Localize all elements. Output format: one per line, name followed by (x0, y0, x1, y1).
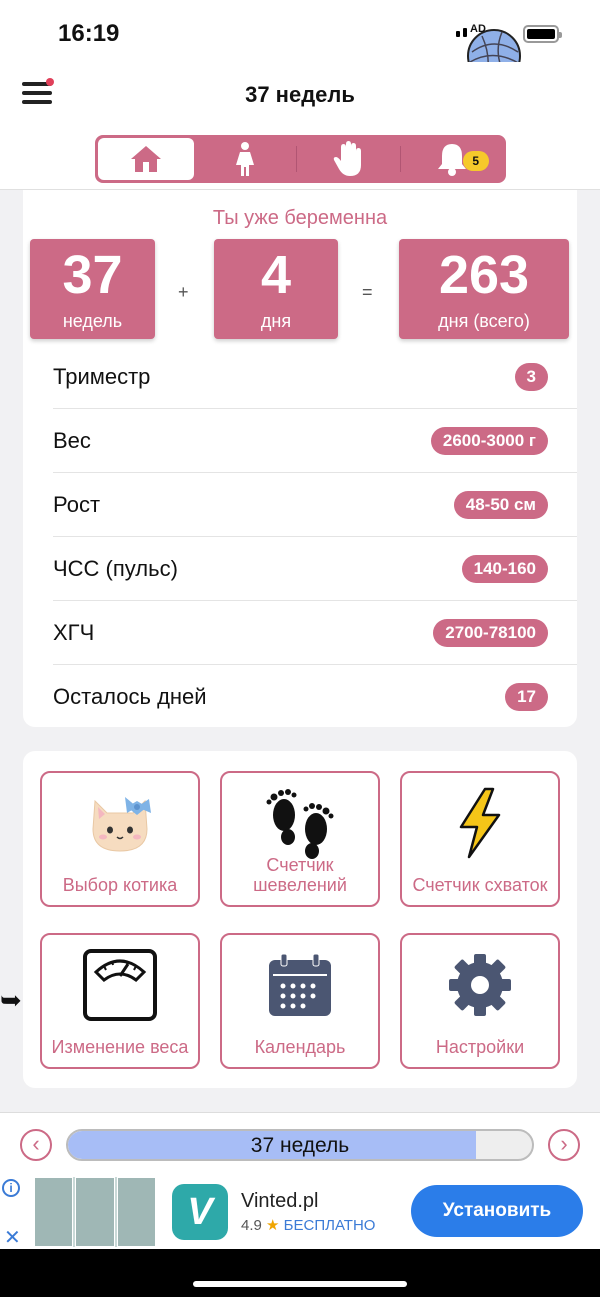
hand-icon (334, 141, 362, 176)
equals-sign: = (362, 282, 373, 302)
weeks-unit: недель (62, 311, 123, 331)
stat-row-days-left: Осталось дней 17 (53, 665, 577, 729)
star-icon: ★ (266, 1217, 280, 1234)
plus-sign: + (178, 282, 189, 302)
ad-rating: 4.9 (241, 1217, 262, 1234)
status-time: 16:19 (58, 20, 120, 47)
choose-cat-button[interactable]: Выбор котика (40, 771, 200, 907)
notification-count-badge: 5 (462, 151, 489, 171)
ad-install-button[interactable]: Установить (411, 1185, 583, 1237)
stat-label: Рост (53, 491, 101, 517)
days-unit: дня (260, 311, 292, 331)
stat-row-weight: Вес 2600-3000 г (53, 409, 577, 473)
ad-banner[interactable]: i ✕ V Vinted.pl 4.9 ★ БЕСПЛАТНО Установи… (0, 1175, 600, 1249)
lightning-icon (459, 787, 501, 859)
contraction-counter-label: Счетчик схваток (412, 875, 548, 895)
calendar-button[interactable]: Календарь (220, 933, 380, 1069)
stat-row-hcg: ХГЧ 2700-78100 (53, 601, 577, 665)
scale-icon (83, 949, 157, 1021)
home-icon (131, 146, 161, 172)
home-indicator-area (0, 1249, 600, 1297)
week-navigation: ‹ 37 недель › (0, 1112, 600, 1175)
stat-value-badge: 3 (514, 362, 548, 391)
kick-counter-button[interactable]: Счетчик шевелений (220, 771, 380, 907)
partial-edge-icon: ➥ (0, 985, 22, 1015)
battery-icon (523, 25, 562, 43)
ad-close-icon[interactable]: ✕ (4, 1225, 21, 1250)
stat-label: ЧСС (пульс) (53, 555, 178, 581)
weight-change-label: Изменение веса (51, 1037, 189, 1057)
stat-label: Вес (53, 427, 91, 453)
days-box: 4 дня (214, 239, 338, 339)
home-indicator[interactable] (193, 1281, 407, 1287)
next-week-button[interactable]: › (548, 1129, 580, 1161)
tab-notifications[interactable]: 5 (401, 138, 503, 180)
woman-icon (236, 142, 255, 176)
ad-screenshots (34, 1177, 156, 1247)
weeks-box: 37 недель (30, 239, 155, 339)
previous-week-button[interactable]: ‹ (20, 1129, 52, 1161)
kick-counter-label: Счетчик шевелений (253, 855, 347, 895)
tab-bar: 5 (95, 135, 506, 183)
ad-app-name: Vinted.pl (241, 1190, 319, 1212)
stat-value-badge: 48-50 см (453, 490, 548, 519)
tab-home[interactable] (98, 138, 194, 180)
stat-row-height: Рост 48-50 см (53, 473, 577, 537)
stat-label: Осталось дней (53, 684, 207, 709)
footprints-icon (266, 789, 334, 859)
stat-value-badge: 140-160 (461, 554, 548, 583)
stat-value-badge: 17 (505, 683, 548, 711)
ad-info-icon[interactable]: i (2, 1179, 20, 1197)
app-header: 37 недель 5 (0, 62, 600, 190)
total-days-unit: дня (всего) (438, 311, 530, 331)
stat-label: ХГЧ (53, 619, 95, 645)
week-progress-label: 37 недель (250, 1134, 350, 1157)
gear-icon (449, 954, 511, 1016)
total-days-value: 263 (438, 245, 530, 305)
ad-app-logo: V (172, 1184, 228, 1240)
status-bar: 16:19 AD (0, 0, 600, 83)
stat-value-badge: 2600-3000 г (430, 426, 548, 455)
page-title: 37 недель (245, 82, 355, 107)
stats-list: Триместр 3 Вес 2600-3000 г Рост 48-50 см… (23, 345, 577, 729)
ad-app-meta: 4.9 ★ БЕСПЛАТНО (241, 1216, 375, 1234)
total-days-box: 263 дня (всего) (399, 239, 569, 339)
stat-label: Триместр (53, 363, 151, 389)
stat-row-trimester: Триместр 3 (53, 345, 577, 409)
tab-hand[interactable] (297, 138, 399, 180)
ad-price: БЕСПЛАТНО (283, 1217, 376, 1234)
settings-button[interactable]: Настройки (400, 933, 560, 1069)
calendar-icon (269, 953, 331, 1016)
stat-value-badge: 2700-78100 (433, 618, 548, 647)
choose-cat-label: Выбор котика (62, 875, 178, 895)
calendar-label: Календарь (254, 1037, 346, 1057)
weeks-value: 37 (62, 245, 123, 305)
week-progress-bar: 37 недель (66, 1129, 534, 1161)
settings-label: Настройки (435, 1037, 525, 1057)
actions-card: Выбор котика Счетчик шевелений Счетчик с… (23, 751, 577, 1088)
tab-mother[interactable] (194, 138, 296, 180)
weight-change-button[interactable]: Изменение веса (40, 933, 200, 1069)
signal-icon (456, 28, 467, 37)
days-value: 4 (260, 245, 292, 305)
cat-icon (92, 797, 151, 852)
contraction-counter-button[interactable]: Счетчик схваток (400, 771, 560, 907)
svg-text:AD: AD (470, 23, 486, 35)
summary-subtitle: Ты уже беременна (212, 207, 388, 229)
stat-row-heart-rate: ЧСС (пульс) 140-160 (53, 537, 577, 601)
